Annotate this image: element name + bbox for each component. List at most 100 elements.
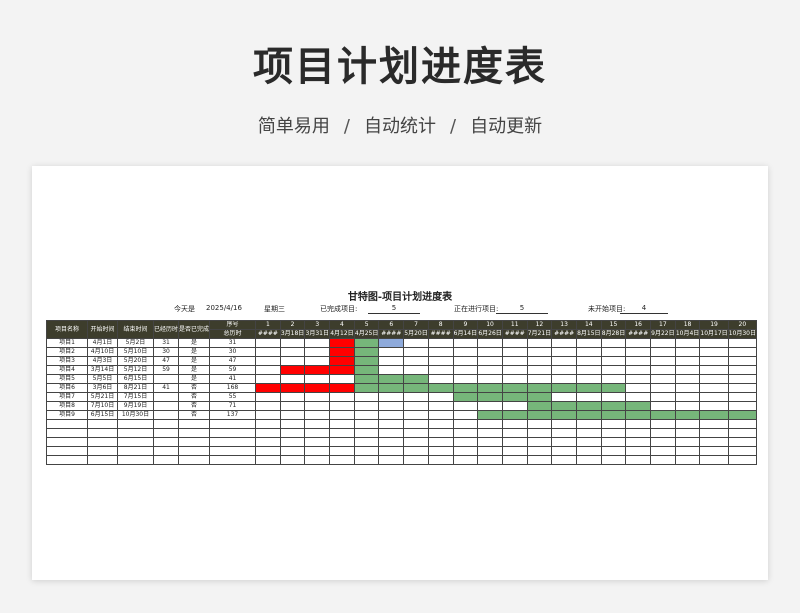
gantt-cell — [575, 347, 602, 357]
gantt-bar-plan — [427, 383, 454, 393]
gantt-cell — [551, 446, 577, 456]
gantt-cell — [255, 392, 281, 402]
day-date-header: 3月31日 — [304, 329, 331, 339]
gantt-cell — [501, 419, 528, 429]
gantt-cell — [674, 419, 701, 429]
cell-total: 55 — [209, 392, 257, 402]
cell-total: 137 — [209, 410, 257, 420]
table-row: 项目4 3月14日 5月12日 59 是 59 — [46, 365, 757, 375]
cell-done — [178, 446, 211, 456]
gantt-cell — [452, 428, 479, 438]
gantt-cell — [650, 437, 676, 447]
gantt-cell — [477, 419, 503, 429]
gantt-bar-plan — [501, 392, 528, 402]
column-header: 结束时间 — [117, 320, 154, 339]
gantt-cell — [452, 338, 479, 348]
gantt-cell — [353, 437, 380, 447]
gantt-cell — [304, 428, 331, 438]
cell-name: 项目5 — [46, 374, 88, 384]
gantt-cell — [699, 356, 729, 366]
gantt-bar-done — [329, 356, 355, 366]
cell-name: 项目4 — [46, 365, 88, 375]
gantt-cell — [477, 374, 503, 384]
cell-start — [87, 419, 118, 429]
gantt-cell — [329, 437, 355, 447]
table-row — [46, 428, 757, 438]
gantt-cell — [575, 365, 602, 375]
gantt-cell — [699, 374, 729, 384]
gantt-cell — [575, 455, 602, 465]
cell-elapsed — [152, 437, 180, 447]
cell-start — [87, 437, 118, 447]
gantt-cell — [699, 455, 729, 465]
column-header: 序号 — [209, 320, 257, 330]
cell-name — [46, 446, 88, 456]
inprogress-count: 5 — [496, 304, 548, 314]
gantt-bar-plan — [477, 392, 503, 402]
gantt-cell — [501, 401, 528, 411]
table-row: 项目6 3月6日 8月21日 41 否 168 — [46, 383, 757, 393]
cell-end — [117, 446, 154, 456]
gantt-bar-plan — [600, 410, 627, 420]
gantt-cell — [378, 428, 405, 438]
cell-done: 是 — [178, 374, 211, 384]
cell-start: 3月14日 — [87, 365, 118, 375]
gantt-cell — [699, 347, 729, 357]
cell-elapsed: 59 — [152, 365, 180, 375]
cell-name — [46, 419, 88, 429]
gantt-cell — [403, 455, 429, 465]
gantt-cell — [551, 392, 577, 402]
gantt-cell — [600, 455, 627, 465]
gantt-cell — [650, 428, 676, 438]
gantt-cell — [727, 365, 757, 375]
gantt-cell — [501, 374, 528, 384]
tagline-item: 自动统计 — [364, 116, 436, 137]
cell-done: 否 — [178, 383, 211, 393]
day-number-header: 10 — [477, 320, 503, 330]
gantt-bar-plan — [353, 374, 380, 384]
gantt-bar-plan — [378, 374, 405, 384]
gantt-cell — [304, 410, 331, 420]
gantt-cell — [378, 356, 405, 366]
gantt-cell — [625, 419, 652, 429]
gantt-cell — [600, 365, 627, 375]
cell-name: 项目9 — [46, 410, 88, 420]
gantt-cell — [650, 338, 676, 348]
gantt-cell — [452, 410, 479, 420]
gantt-cell — [378, 365, 405, 375]
cell-start: 4月1日 — [87, 338, 118, 348]
gantt-cell — [699, 401, 729, 411]
gantt-cell — [477, 338, 503, 348]
table-row: 项目8 7月10日 9月19日 否 71 — [46, 401, 757, 411]
gantt-bar-plan — [699, 410, 729, 420]
gantt-cell — [353, 401, 380, 411]
gantt-cell — [279, 419, 306, 429]
gantt-cell — [255, 347, 281, 357]
cell-name: 项目1 — [46, 338, 88, 348]
gantt-cell — [650, 401, 676, 411]
gantt-cell — [378, 446, 405, 456]
gantt-cell — [674, 392, 701, 402]
cell-done — [178, 428, 211, 438]
cell-elapsed — [152, 374, 180, 384]
cell-end — [117, 419, 154, 429]
gantt-bar-plan — [353, 347, 380, 357]
gantt-cell — [279, 437, 306, 447]
day-date-header: #### — [378, 329, 405, 339]
gantt-bar-plan — [353, 338, 380, 348]
gantt-cell — [452, 437, 479, 447]
cell-end — [117, 437, 154, 447]
cell-start — [87, 428, 118, 438]
table-row: 项目9 6月15日 10月30日 否 137 — [46, 410, 757, 420]
cell-done — [178, 437, 211, 447]
cell-name: 项目3 — [46, 356, 88, 366]
page-title: 项目计划进度表 — [253, 44, 547, 90]
gantt-bar-plan — [551, 410, 577, 420]
gantt-cell — [650, 347, 676, 357]
gantt-cell — [674, 356, 701, 366]
column-header: 已经历时 — [152, 320, 180, 339]
gantt-cell — [551, 419, 577, 429]
gantt-cell — [575, 338, 602, 348]
gantt-cell — [674, 347, 701, 357]
gantt-cell — [727, 437, 757, 447]
